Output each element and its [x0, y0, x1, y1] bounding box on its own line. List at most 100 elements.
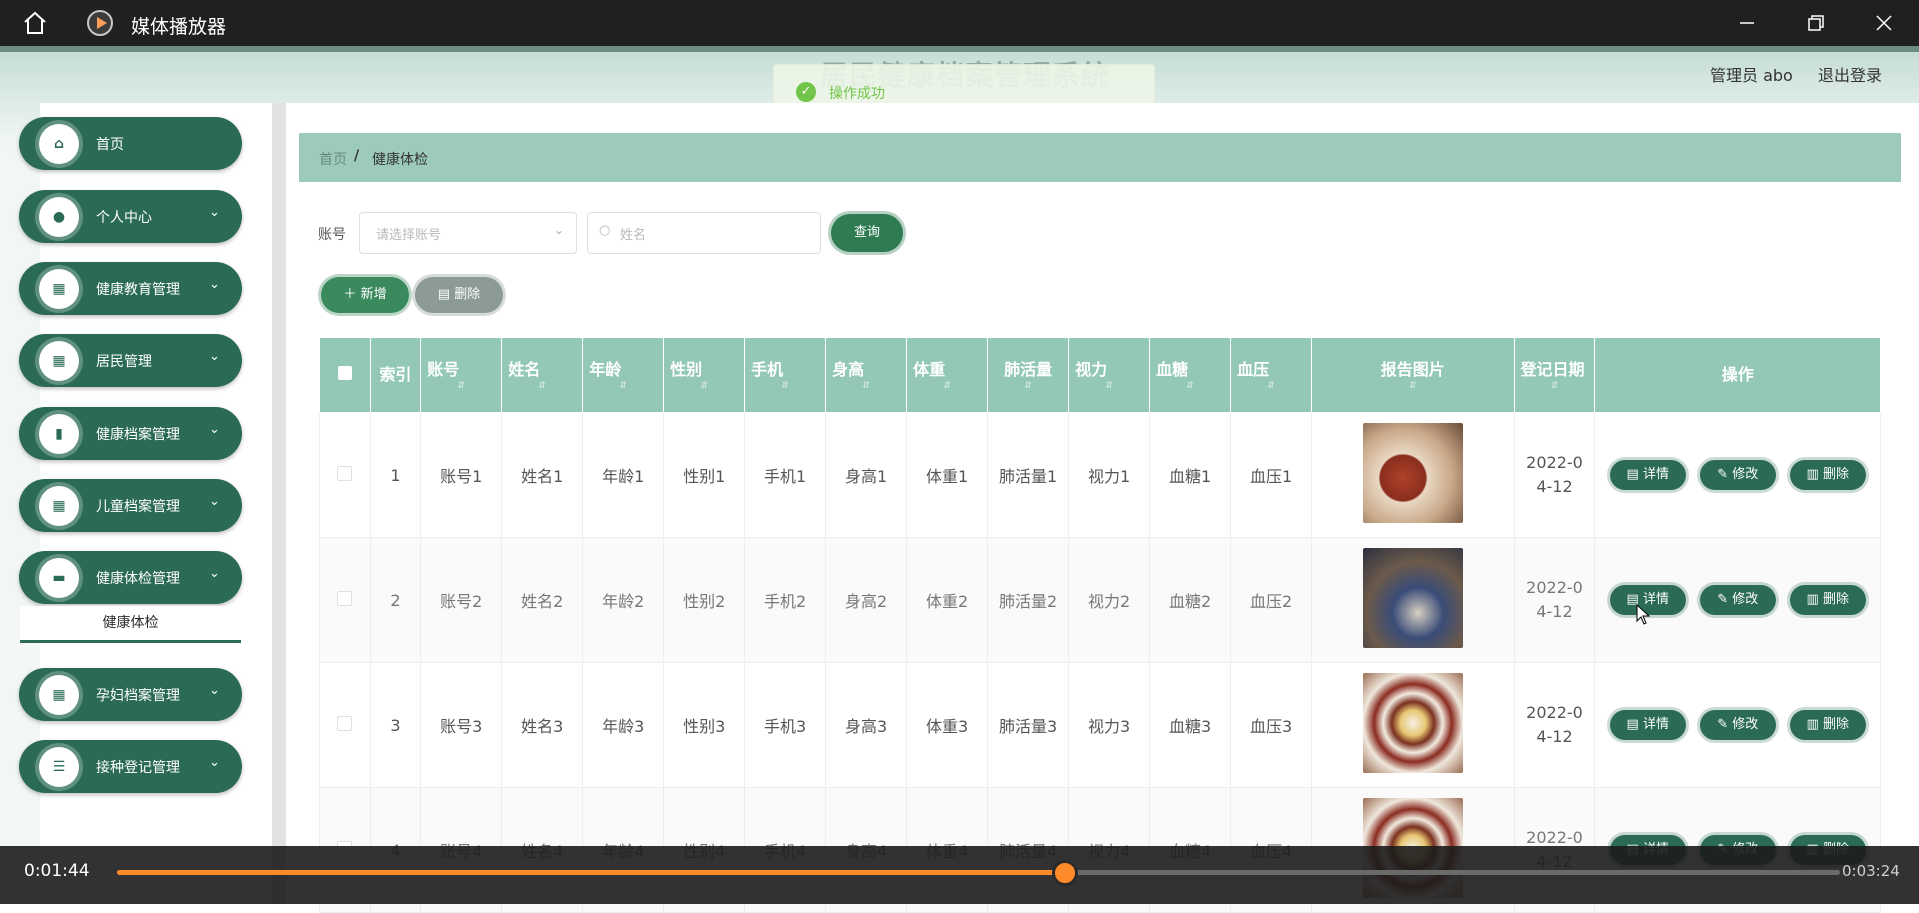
sort-icon[interactable]: ⇵	[589, 381, 657, 391]
report-image-cell	[1311, 412, 1515, 538]
bar-chart-icon: ▮	[39, 414, 79, 454]
column-header[interactable]: 体重 ⇵	[906, 337, 989, 413]
delete-button-label: 删除	[454, 287, 481, 302]
home-icon[interactable]	[22, 11, 48, 35]
column-header[interactable]: 姓名 ⇵	[501, 337, 584, 413]
sidebar-item-personal-center[interactable]: ● 个人中心 ⌄	[19, 190, 242, 243]
sort-icon[interactable]: ⇵	[670, 381, 738, 391]
current-time: 0:01:44	[24, 861, 90, 881]
restore-icon[interactable]	[1803, 10, 1829, 36]
sidebar-item-health-education[interactable]: ▦ 健康教育管理 ⌄	[19, 262, 242, 315]
lung-capacity-cell: 肺活量3	[987, 662, 1070, 788]
add-button[interactable]: ＋ 新增	[321, 277, 409, 313]
select-all-header[interactable]	[319, 337, 371, 413]
sidebar-item-vaccination[interactable]: ☰ 接种登记管理 ⌄	[19, 740, 242, 793]
sidebar-item-health-records[interactable]: ▮ 健康档案管理 ⌄	[19, 407, 242, 460]
vision-cell: 视力1	[1068, 412, 1151, 538]
column-header[interactable]: 性别 ⇵	[663, 337, 746, 413]
sidebar-item-label: 首页	[96, 137, 124, 153]
report-image[interactable]	[1362, 548, 1463, 648]
column-header[interactable]: 账号 ⇵	[420, 337, 503, 413]
sidebar-item-home[interactable]: ⌂ 首页	[19, 117, 242, 170]
sort-icon[interactable]: ⇵	[751, 381, 819, 391]
seek-handle[interactable]	[1051, 860, 1078, 886]
row-checkbox[interactable]	[337, 465, 353, 481]
column-header[interactable]: 肺活量 ⇵	[987, 337, 1070, 413]
edit-button[interactable]: ✎ 修改	[1699, 710, 1776, 740]
sidebar-subitem-health-checkup[interactable]: 健康体检	[20, 606, 241, 643]
row-select-cell[interactable]	[319, 662, 371, 788]
sidebar-item-child-records[interactable]: ▦ 儿童档案管理 ⌄	[19, 479, 242, 532]
toast-message: 操作成功	[829, 86, 885, 102]
sort-icon[interactable]: ⇵	[832, 381, 900, 391]
column-header[interactable]: 索引	[369, 337, 422, 413]
batch-delete-button[interactable]: ▤ 删除	[415, 277, 503, 313]
glucose-cell: 血糖3	[1149, 662, 1232, 788]
sort-icon[interactable]: ⇵	[994, 381, 1062, 391]
gender-cell: 性别1	[663, 412, 746, 538]
vision-cell: 视力2	[1068, 537, 1151, 663]
column-header[interactable]: 血压 ⇵	[1230, 337, 1313, 413]
breadcrumb-home[interactable]: 首页	[319, 149, 347, 169]
select-all-checkbox[interactable]	[337, 366, 352, 380]
media-player-bar: 0:01:44 0:03:24	[0, 846, 1919, 904]
account-select[interactable]: 请选择账号 ⌄	[359, 212, 577, 254]
weight-cell: 体重3	[906, 662, 989, 788]
column-header[interactable]: 手机 ⇵	[744, 337, 827, 413]
glucose-cell: 血糖1	[1149, 412, 1232, 538]
delete-button[interactable]: ▥ 删除	[1789, 585, 1866, 615]
column-header[interactable]: 登记日期 ⇵	[1513, 337, 1596, 413]
query-button[interactable]: 查询	[831, 214, 903, 252]
blood-pressure-cell: 血压3	[1230, 662, 1313, 788]
sidebar-item-residents[interactable]: ▦ 居民管理 ⌄	[19, 334, 242, 387]
row-checkbox[interactable]	[337, 715, 353, 731]
glucose-cell: 血糖2	[1149, 537, 1232, 663]
detail-button[interactable]: ▤ 详情	[1609, 710, 1686, 740]
seek-bar[interactable]	[117, 860, 1840, 886]
edit-button[interactable]: ✎ 修改	[1699, 460, 1776, 490]
name-search-input[interactable]: ○ 姓名	[587, 212, 821, 254]
sort-icon[interactable]: ⇵	[1237, 381, 1305, 391]
sidebar-scrollbar[interactable]	[272, 103, 286, 904]
report-image[interactable]	[1362, 673, 1463, 773]
column-header[interactable]: 视力 ⇵	[1068, 337, 1151, 413]
column-header[interactable]: 血糖 ⇵	[1149, 337, 1232, 413]
height-cell: 身高2	[825, 537, 908, 663]
column-header[interactable]: 报告图片 ⇵	[1311, 337, 1515, 413]
sort-icon[interactable]: ⇵	[913, 381, 981, 391]
blood-pressure-cell: 血压1	[1230, 412, 1313, 538]
weight-cell: 体重2	[906, 537, 989, 663]
row-select-cell[interactable]	[319, 537, 371, 663]
person-icon: ●	[39, 197, 79, 237]
window-title: 媒体播放器	[131, 16, 227, 38]
row-checkbox[interactable]	[337, 590, 353, 606]
close-icon[interactable]	[1871, 10, 1897, 36]
sidebar-item-label: 儿童档案管理	[96, 499, 180, 515]
column-header[interactable]: 年龄 ⇵	[582, 337, 665, 413]
sort-icon[interactable]: ⇵	[1521, 381, 1589, 391]
sidebar-item-health-checkup[interactable]: ▬ 健康体检管理 ⌄	[19, 551, 242, 604]
chevron-down-icon: ⌄	[209, 683, 220, 698]
edit-button[interactable]: ✎ 修改	[1699, 585, 1776, 615]
sidebar-item-label: 健康体检管理	[96, 571, 180, 587]
account-cell: 账号1	[420, 412, 503, 538]
delete-button[interactable]: ▥ 删除	[1789, 710, 1866, 740]
delete-button[interactable]: ▥ 删除	[1789, 460, 1866, 490]
detail-button[interactable]: ▤ 详情	[1609, 460, 1686, 490]
row-select-cell[interactable]	[319, 412, 371, 538]
height-cell: 身高3	[825, 662, 908, 788]
account-label: 账号	[318, 227, 346, 243]
sort-icon[interactable]: ⇵	[427, 381, 495, 391]
sort-icon[interactable]: ⇵	[508, 381, 576, 391]
sort-icon[interactable]: ⇵	[1075, 381, 1143, 391]
sidebar-item-pregnancy-records[interactable]: ▦ 孕妇档案管理 ⌄	[19, 668, 242, 721]
report-image[interactable]	[1362, 423, 1463, 523]
logout-link[interactable]: 退出登录	[1818, 62, 1882, 86]
minimize-icon[interactable]	[1734, 10, 1760, 36]
column-header[interactable]: 身高 ⇵	[825, 337, 908, 413]
breadcrumb-current: 健康体检	[372, 152, 428, 168]
sort-icon[interactable]: ⇵	[1156, 381, 1224, 391]
media-player-icon	[87, 10, 113, 36]
name-cell: 姓名2	[501, 537, 584, 663]
sort-icon[interactable]: ⇵	[1318, 381, 1507, 391]
